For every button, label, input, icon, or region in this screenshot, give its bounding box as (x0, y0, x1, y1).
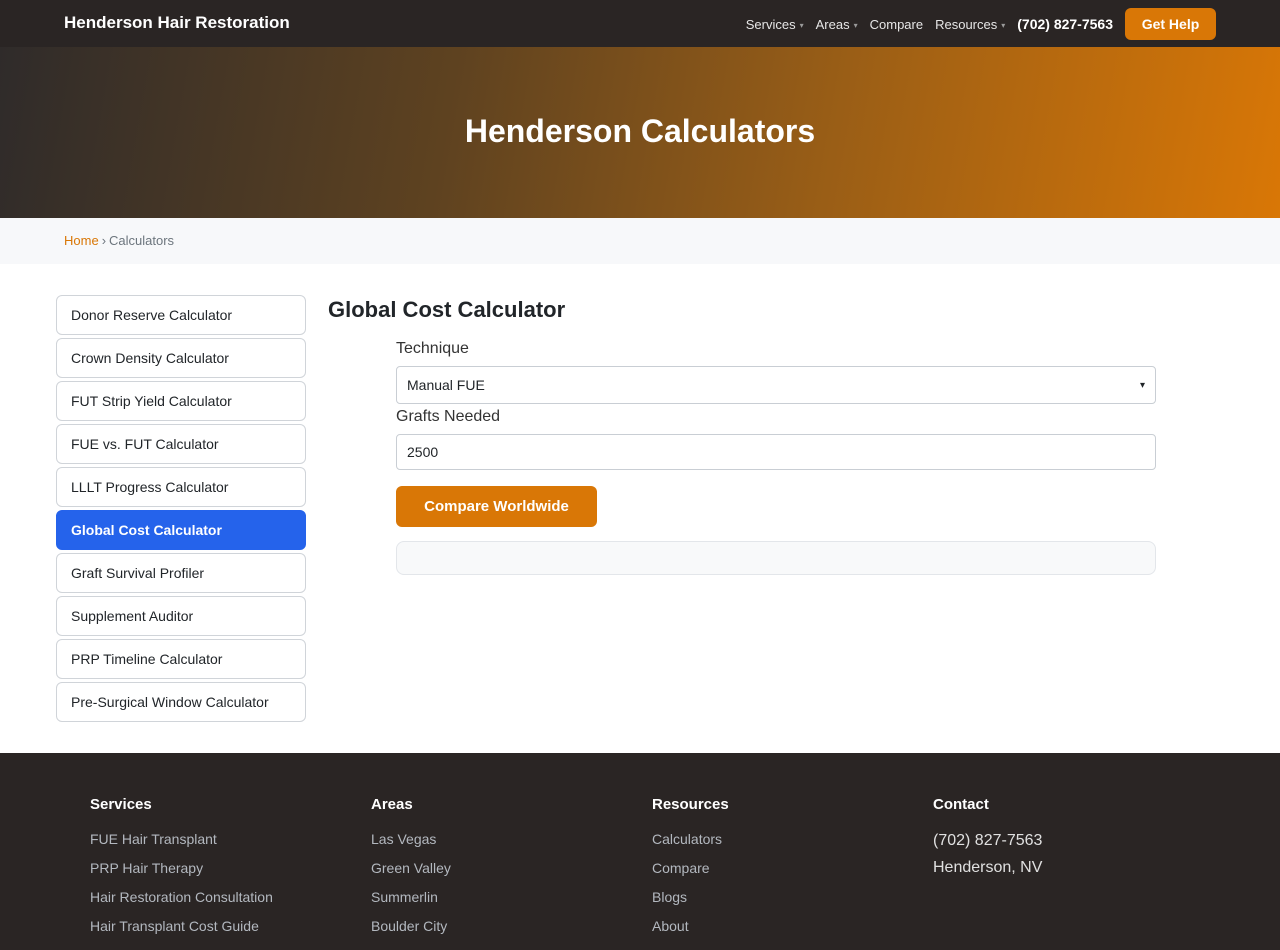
nav-compare-label: Compare (869, 16, 924, 32)
results-panel (396, 541, 1156, 575)
nav-resources-label: Resources (935, 16, 998, 32)
technique-select-value: Manual FUE (407, 377, 485, 393)
footer-link[interactable]: Hair Restoration Consultation (90, 889, 350, 918)
breadcrumb-bar: Home › Calculators (0, 218, 1280, 264)
calculator-form: Technique Manual FUE ▾ Grafts Needed Com… (396, 340, 1156, 575)
footer-resources-heading: Resources (652, 796, 729, 813)
nav-compare[interactable]: Compare (870, 17, 923, 32)
sidebar-item-global-cost[interactable]: Global Cost Calculator (56, 510, 306, 550)
chevron-down-icon: ▾ (799, 20, 804, 30)
nav-areas-label: Areas (815, 16, 850, 32)
footer-link[interactable]: Hair Transplant Cost Guide (90, 918, 350, 947)
sidebar-item-supplement-auditor[interactable]: Supplement Auditor (56, 596, 306, 636)
sidebar-item-donor-reserve[interactable]: Donor Reserve Calculator (56, 295, 306, 335)
footer-link[interactable]: Blogs (652, 889, 912, 918)
get-help-button[interactable]: Get Help (1125, 8, 1216, 40)
footer-contact-column: Contact (702) 827-7563 Henderson, NV (933, 796, 1193, 885)
footer-contact-heading: Contact (933, 796, 989, 813)
footer-link[interactable]: Summerlin (371, 889, 631, 918)
technique-select[interactable]: Manual FUE ▾ (396, 366, 1156, 404)
nav-services[interactable]: Services ▾ (746, 17, 804, 32)
sidebar-item-pre-surgical-window[interactable]: Pre-Surgical Window Calculator (56, 682, 306, 722)
compare-worldwide-button[interactable]: Compare Worldwide (396, 486, 597, 527)
site-footer: Services FUE Hair Transplant PRP Hair Th… (0, 753, 1280, 950)
footer-resources-column: Resources Calculators Compare Blogs Abou… (652, 796, 912, 947)
footer-link[interactable]: Boulder City (371, 918, 631, 947)
brand-logo-text[interactable]: Henderson Hair Restoration (64, 13, 290, 33)
sidebar-item-prp-timeline[interactable]: PRP Timeline Calculator (56, 639, 306, 679)
footer-link[interactable]: PRP Hair Therapy (90, 860, 350, 889)
hero-banner: Henderson Calculators (0, 47, 1280, 218)
footer-link[interactable]: FUE Hair Transplant (90, 831, 350, 860)
sidebar-item-crown-density[interactable]: Crown Density Calculator (56, 338, 306, 378)
nav-services-label: Services (745, 16, 796, 32)
main-nav: Services ▾ Areas ▾ Compare Resources ▾ (… (746, 8, 1216, 40)
footer-link[interactable]: Compare (652, 860, 912, 889)
chevron-down-icon: ▾ (1139, 379, 1145, 391)
footer-services-heading: Services (90, 796, 152, 813)
nav-phone-link[interactable]: (702) 827-7563 (1017, 16, 1113, 32)
sidebar-item-graft-survival[interactable]: Graft Survival Profiler (56, 553, 306, 593)
breadcrumb-separator: › (101, 233, 107, 248)
footer-link[interactable]: About (652, 918, 912, 947)
footer-link[interactable]: Green Valley (371, 860, 631, 889)
sidebar-item-fue-vs-fut[interactable]: FUE vs. FUT Calculator (56, 424, 306, 464)
footer-link[interactable]: Las Vegas (371, 831, 631, 860)
calculator-sidebar: Donor Reserve Calculator Crown Density C… (56, 295, 306, 725)
breadcrumb-current: Calculators (109, 233, 175, 248)
technique-label: Technique (396, 340, 469, 357)
breadcrumb: Home › Calculators (64, 233, 174, 248)
calculator-title: Global Cost Calculator (328, 297, 566, 322)
footer-contact-location: Henderson, NV (933, 859, 1043, 876)
sidebar-item-fut-strip-yield[interactable]: FUT Strip Yield Calculator (56, 381, 306, 421)
sidebar-item-lllt-progress[interactable]: LLLT Progress Calculator (56, 467, 306, 507)
footer-areas-column: Areas Las Vegas Green Valley Summerlin B… (371, 796, 631, 947)
footer-link[interactable]: Calculators (652, 831, 912, 860)
top-navbar: Henderson Hair Restoration Services ▾ Ar… (0, 0, 1280, 47)
breadcrumb-home-link[interactable]: Home (64, 233, 99, 248)
footer-contact-phone[interactable]: (702) 827-7563 (933, 831, 1193, 858)
grafts-input[interactable] (396, 434, 1156, 470)
chevron-down-icon: ▾ (1001, 20, 1006, 30)
footer-services-column: Services FUE Hair Transplant PRP Hair Th… (90, 796, 350, 947)
page-title: Henderson Calculators (464, 113, 816, 149)
nav-resources[interactable]: Resources ▾ (935, 17, 1005, 32)
footer-areas-heading: Areas (371, 796, 413, 813)
nav-areas[interactable]: Areas ▾ (816, 17, 858, 32)
chevron-down-icon: ▾ (853, 20, 858, 30)
grafts-label: Grafts Needed (396, 408, 501, 425)
